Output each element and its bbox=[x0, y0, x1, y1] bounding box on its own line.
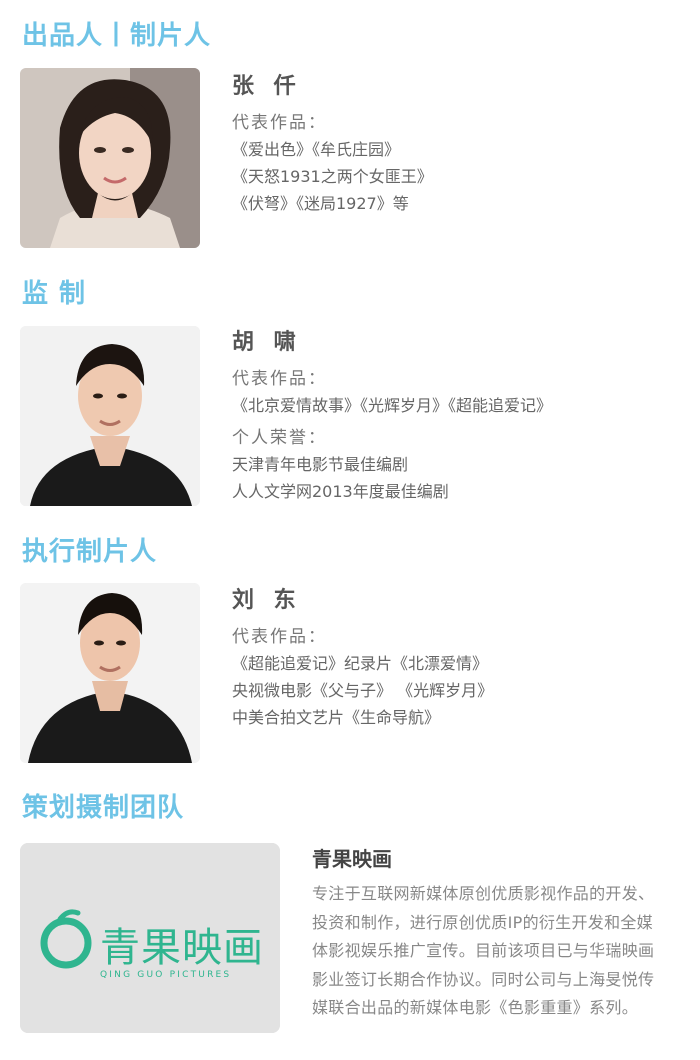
works-label: 代表作品： bbox=[232, 369, 327, 389]
works-label: 代表作品： bbox=[232, 627, 327, 647]
works-line: 中美合拍文艺片《生命导航》 bbox=[232, 708, 441, 727]
company-name: 青果映画 bbox=[312, 847, 392, 871]
portrait-woman-image bbox=[20, 68, 200, 248]
company-logo: 青果映画 QING GUO PICTURES bbox=[20, 843, 280, 1033]
portrait-man-image bbox=[20, 326, 200, 506]
honor-line: 天津青年电影节最佳编剧 bbox=[232, 455, 409, 474]
works-line: 《北京爱情故事》《光辉岁月》《超能追爱记》 bbox=[232, 396, 553, 415]
section-heading-executive: 执行制片人 bbox=[22, 537, 158, 567]
supervisor-info: 胡 啸 代表作品： 《北京爱情故事》《光辉岁月》《超能追爱记》 个人荣誉： 天津… bbox=[232, 328, 672, 505]
company-description: 专注于互联网新媒体原创优质影视作品的开发、投资和制作，进行原创优质IP的衍生开发… bbox=[312, 884, 655, 1017]
works-line: 《超能追爱记》纪录片《北漂爱情》 bbox=[232, 654, 489, 673]
works-line: 《爱出色》《牟氏庄园》 bbox=[232, 140, 401, 159]
honor-line: 人人文学网2013年度最佳编剧 bbox=[232, 482, 449, 501]
section-heading-team: 策划摄制团队 bbox=[22, 793, 185, 823]
producer-info: 张 仟 代表作品： 《爱出色》《牟氏庄园》 《天怒1931之两个女匪王》 《伏弩… bbox=[232, 72, 672, 217]
section-heading-producer: 出品人丨制片人 bbox=[22, 21, 212, 51]
producer-photo bbox=[20, 68, 200, 248]
works-line: 央视微电影《父与子》 《光辉岁月》 bbox=[232, 681, 494, 700]
works-label: 代表作品： bbox=[232, 113, 327, 133]
honors-label: 个人荣誉： bbox=[232, 428, 327, 448]
person-name: 胡 啸 bbox=[232, 330, 302, 355]
logo-subtext: QING GUO PICTURES bbox=[100, 970, 231, 980]
supervisor-photo bbox=[20, 326, 200, 506]
works-line: 《天怒1931之两个女匪王》 bbox=[232, 167, 433, 186]
executive-photo bbox=[20, 583, 200, 763]
logo-text: 青果映画 bbox=[100, 925, 264, 971]
portrait-man-image bbox=[20, 583, 200, 763]
person-name: 张 仟 bbox=[232, 74, 302, 99]
section-heading-supervisor: 监 制 bbox=[22, 279, 87, 309]
person-name: 刘 东 bbox=[232, 588, 302, 613]
executive-info: 刘 东 代表作品： 《超能追爱记》纪录片《北漂爱情》 央视微电影《父与子》 《光… bbox=[232, 586, 672, 731]
works-line: 《伏弩》《迷局1927》等 bbox=[232, 194, 409, 213]
